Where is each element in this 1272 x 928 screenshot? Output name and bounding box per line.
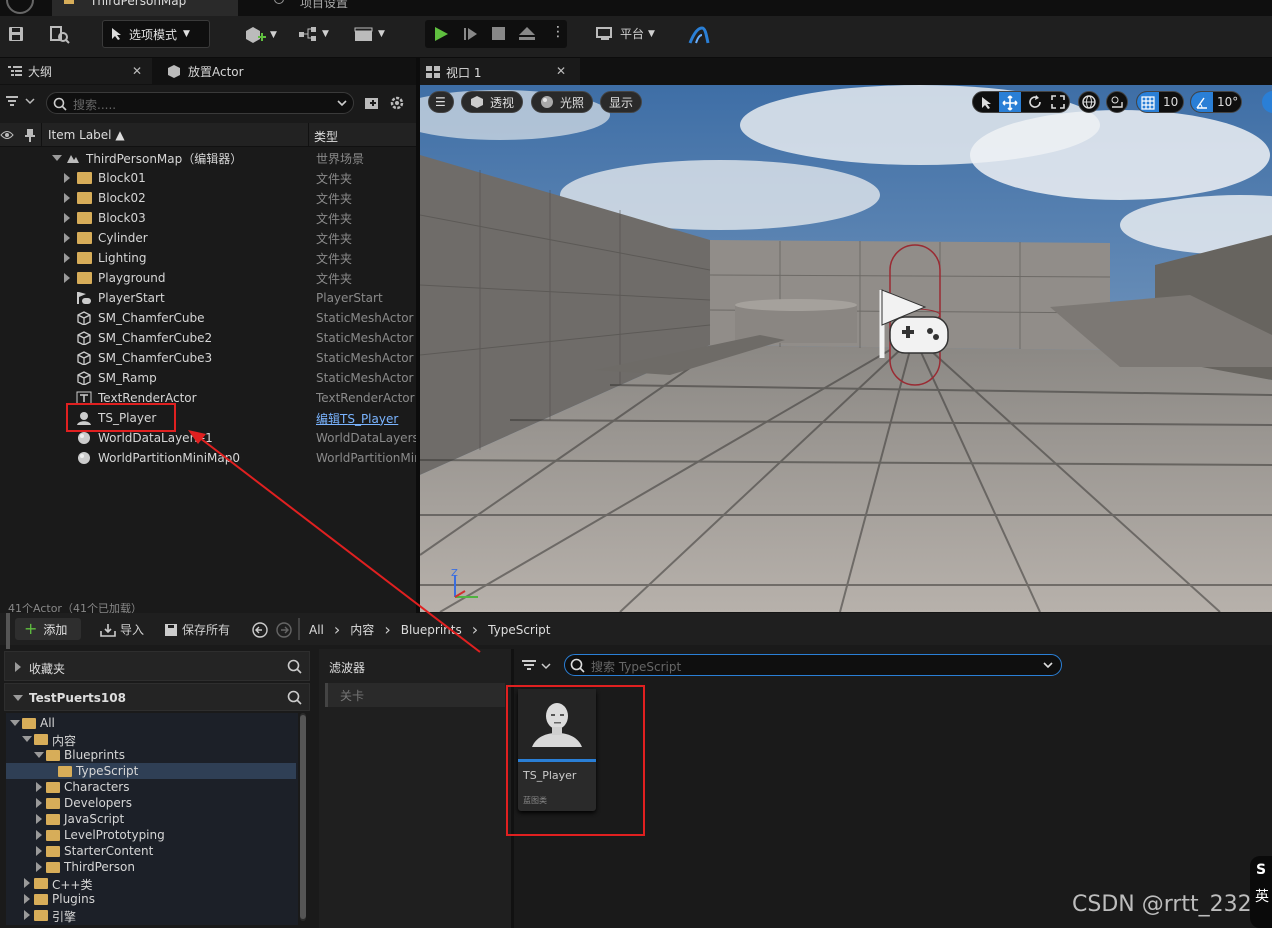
- ime-indicator[interactable]: S 英: [1250, 856, 1272, 928]
- watermark-text: CSDN @rrtt_2323: [1072, 892, 1266, 917]
- ime-s-icon: S: [1256, 862, 1267, 878]
- annotation-arrow: [188, 430, 481, 653]
- ime-label: 英: [1255, 889, 1269, 905]
